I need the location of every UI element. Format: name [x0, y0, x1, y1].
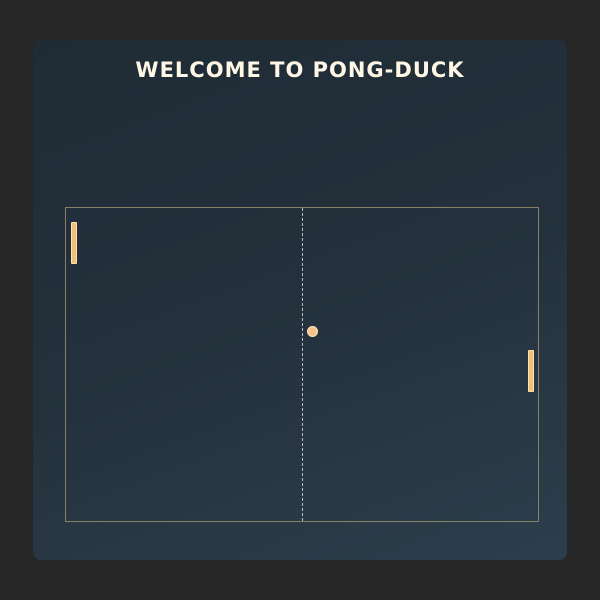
game-title: WELCOME TO PONG-DUCK — [135, 58, 465, 82]
left-paddle[interactable] — [71, 222, 77, 264]
right-paddle — [528, 350, 534, 392]
game-card: WELCOME TO PONG-DUCK — [33, 40, 567, 560]
ball — [307, 326, 318, 337]
center-net — [302, 208, 303, 521]
game-court[interactable] — [65, 207, 539, 522]
